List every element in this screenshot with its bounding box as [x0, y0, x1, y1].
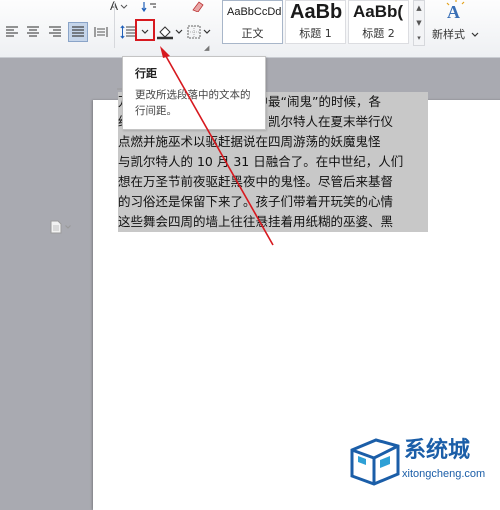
line-spacing-tooltip: 行距 更改所选段落中的文本的行间距。 — [122, 56, 266, 130]
clear-format-icon — [192, 1, 204, 12]
align-center-button[interactable] — [25, 24, 41, 40]
align-right-button[interactable] — [47, 24, 63, 40]
style-heading-2[interactable]: AaBb( 标题 2 — [348, 0, 409, 44]
line-spacing-icon — [120, 25, 135, 39]
shading-button[interactable] — [156, 22, 174, 42]
distributed-align-button[interactable] — [92, 24, 110, 40]
style-name: 标题 2 — [362, 27, 395, 40]
chevron-up-icon[interactable]: ▲ — [416, 4, 421, 12]
align-right-icon — [49, 26, 61, 37]
chevron-down-icon — [175, 29, 183, 34]
style-sample: AaBbCcDd — [227, 6, 282, 18]
chevron-down-icon — [471, 32, 478, 37]
tooltip-title: 行距 — [135, 67, 157, 80]
style-name: 正文 — [241, 27, 264, 40]
document-icon — [50, 220, 62, 234]
watermark: 系统城 xitongcheng.com — [342, 430, 500, 500]
style-normal[interactable]: AaBbCcDd 正文 — [222, 0, 283, 44]
ribbon-toolbar: A — [0, 0, 500, 58]
text-line[interactable]: 这些舞会四周的墙上往往悬挂着用纸糊的巫婆、黑 — [118, 212, 428, 232]
highlight-box — [135, 19, 155, 41]
paragraph-dialog-launcher[interactable]: ◢ — [204, 44, 209, 52]
watermark-url: xitongcheng.com — [402, 468, 486, 480]
line-spacing-button[interactable] — [120, 22, 136, 42]
text-line[interactable]: 点燃并施巫术以驱赶据说在四周游荡的妖魔鬼怪 — [118, 132, 428, 152]
watermark-logo-icon — [350, 438, 400, 486]
style-sample: AaBb( — [353, 2, 404, 21]
align-center-icon — [27, 26, 39, 37]
sort-icon — [141, 2, 156, 12]
font-color-button[interactable]: A — [108, 0, 128, 12]
align-left-button[interactable] — [4, 24, 20, 40]
text-line[interactable]: 与凯尔特人的 10 月 31 日融合了。在中世纪，人们 — [118, 152, 428, 172]
watermark-title: 系统城 — [404, 438, 471, 463]
distributed-align-icon — [94, 27, 108, 37]
shading-dropdown[interactable] — [174, 24, 184, 40]
chevron-down-icon[interactable]: ▼ — [416, 19, 421, 27]
text-line[interactable]: 想在万圣节前夜驱赶黑夜中的鬼怪。尽管后来基督 — [118, 172, 428, 192]
new-style-button[interactable]: A 新样式 — [428, 0, 500, 46]
align-left-icon — [6, 26, 18, 37]
gallery-scroll[interactable]: ▲ ▼ ▾ — [413, 0, 425, 46]
justify-icon — [72, 26, 84, 37]
expand-icon[interactable]: ▾ — [417, 34, 421, 42]
new-style-label: 新样式 — [432, 26, 479, 42]
tooltip-description: 更改所选段落中的文本的行间距。 — [135, 89, 251, 117]
paragraph-layout-button[interactable] — [50, 220, 71, 234]
new-style-icon: A — [446, 0, 465, 22]
styles-gallery: AaBbCcDd 正文 AaBb 标题 1 AaBb( 标题 2 — [222, 0, 412, 44]
paint-bucket-icon — [157, 26, 173, 40]
text-line[interactable]: 的习俗还是保留下来了。孩子们带着开玩笑的心情 — [118, 192, 428, 212]
style-sample: AaBb — [290, 1, 343, 23]
ribbon-separator — [114, 2, 115, 48]
clear-format-button[interactable] — [190, 0, 206, 12]
chevron-down-icon — [203, 29, 211, 34]
sort-button[interactable] — [140, 0, 162, 12]
font-color-icon: A — [110, 0, 128, 12]
borders-icon — [187, 25, 201, 39]
borders-dropdown[interactable] — [202, 24, 212, 40]
style-name: 标题 1 — [299, 27, 332, 40]
chevron-down-icon — [65, 225, 71, 229]
borders-button[interactable] — [186, 22, 202, 42]
justify-button[interactable] — [68, 22, 88, 42]
style-heading-1[interactable]: AaBb 标题 1 — [285, 0, 346, 44]
